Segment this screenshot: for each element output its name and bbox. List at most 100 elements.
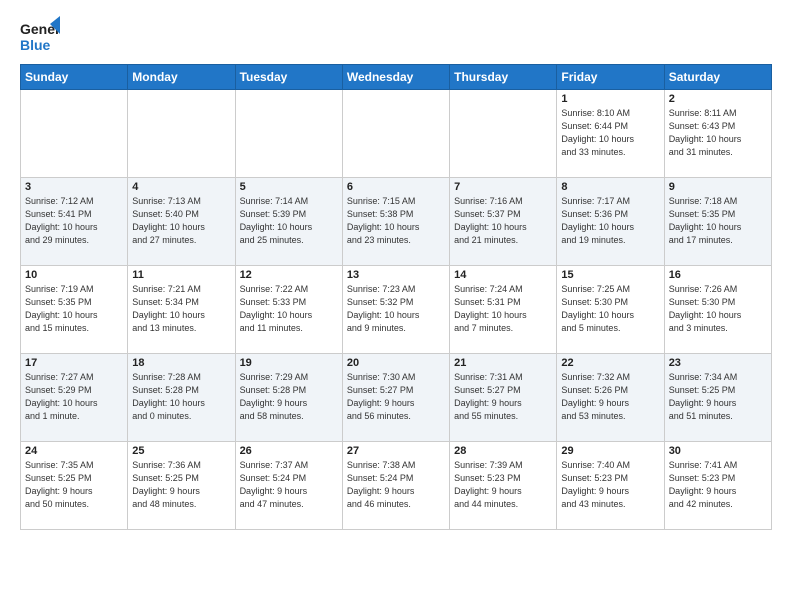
header: General Blue — [20, 16, 772, 56]
day-info: Sunrise: 7:23 AM Sunset: 5:32 PM Dayligh… — [347, 283, 445, 335]
calendar-cell: 25 Sunrise: 7:36 AM Sunset: 5:25 PM Dayli… — [128, 442, 235, 530]
day-number: 8 — [561, 181, 659, 193]
day-info: Sunrise: 7:14 AM Sunset: 5:39 PM Dayligh… — [240, 195, 338, 247]
day-info: Sunrise: 7:32 AM Sunset: 5:26 PM Dayligh… — [561, 371, 659, 423]
weekday-header-saturday: Saturday — [664, 65, 771, 90]
calendar-cell: 11 Sunrise: 7:21 AM Sunset: 5:34 PM Dayli… — [128, 266, 235, 354]
day-number: 12 — [240, 269, 338, 281]
day-info: Sunrise: 7:31 AM Sunset: 5:27 PM Dayligh… — [454, 371, 552, 423]
day-number: 5 — [240, 181, 338, 193]
day-number: 3 — [25, 181, 123, 193]
logo: General Blue — [20, 16, 60, 56]
page: General Blue SundayMondayTuesdayWednesda… — [0, 0, 792, 540]
calendar-cell: 1 Sunrise: 8:10 AM Sunset: 6:44 PM Daylig… — [557, 90, 664, 178]
calendar-cell: 22 Sunrise: 7:32 AM Sunset: 5:26 PM Dayli… — [557, 354, 664, 442]
calendar-cell: 6Sunrise: 7:15 AM Sunset: 5:38 PM Daylig… — [342, 178, 449, 266]
calendar-cell: 17 Sunrise: 7:27 AM Sunset: 5:29 PM Dayli… — [21, 354, 128, 442]
calendar-cell: 15Sunrise: 7:25 AM Sunset: 5:30 PM Dayli… — [557, 266, 664, 354]
calendar-cell: 16 Sunrise: 7:26 AM Sunset: 5:30 PM Dayli… — [664, 266, 771, 354]
day-info: Sunrise: 7:18 AM Sunset: 5:35 PM Dayligh… — [669, 195, 767, 247]
day-number: 22 — [561, 357, 659, 369]
calendar-cell: 9 Sunrise: 7:18 AM Sunset: 5:35 PM Daylig… — [664, 178, 771, 266]
day-number: 7 — [454, 181, 552, 193]
day-number: 9 — [669, 181, 767, 193]
weekday-header-tuesday: Tuesday — [235, 65, 342, 90]
calendar-table: SundayMondayTuesdayWednesdayThursdayFrid… — [20, 64, 772, 530]
calendar-cell: 2 Sunrise: 8:11 AM Sunset: 6:43 PM Daylig… — [664, 90, 771, 178]
calendar-cell — [450, 90, 557, 178]
calendar-cell: 26Sunrise: 7:37 AM Sunset: 5:24 PM Dayli… — [235, 442, 342, 530]
day-info: Sunrise: 7:13 AM Sunset: 5:40 PM Dayligh… — [132, 195, 230, 247]
calendar-cell — [342, 90, 449, 178]
calendar-cell — [128, 90, 235, 178]
day-number: 28 — [454, 445, 552, 457]
day-number: 21 — [454, 357, 552, 369]
calendar-cell: 19Sunrise: 7:29 AM Sunset: 5:28 PM Dayli… — [235, 354, 342, 442]
day-info: Sunrise: 7:30 AM Sunset: 5:27 PM Dayligh… — [347, 371, 445, 423]
calendar-cell — [235, 90, 342, 178]
calendar-cell — [21, 90, 128, 178]
day-number: 26 — [240, 445, 338, 457]
calendar-cell: 28Sunrise: 7:39 AM Sunset: 5:23 PM Dayli… — [450, 442, 557, 530]
weekday-header-thursday: Thursday — [450, 65, 557, 90]
weekday-header-friday: Friday — [557, 65, 664, 90]
calendar-cell: 14 Sunrise: 7:24 AM Sunset: 5:31 PM Dayli… — [450, 266, 557, 354]
day-number: 30 — [669, 445, 767, 457]
calendar-cell: 21 Sunrise: 7:31 AM Sunset: 5:27 PM Dayli… — [450, 354, 557, 442]
day-info: Sunrise: 7:40 AM Sunset: 5:23 PM Dayligh… — [561, 459, 659, 511]
day-number: 2 — [669, 93, 767, 105]
day-number: 16 — [669, 269, 767, 281]
week-row-5: 24 Sunrise: 7:35 AM Sunset: 5:25 PM Dayli… — [21, 442, 772, 530]
week-row-1: 1 Sunrise: 8:10 AM Sunset: 6:44 PM Daylig… — [21, 90, 772, 178]
day-info: Sunrise: 7:41 AM Sunset: 5:23 PM Dayligh… — [669, 459, 767, 511]
day-number: 20 — [347, 357, 445, 369]
day-info: Sunrise: 7:36 AM Sunset: 5:25 PM Dayligh… — [132, 459, 230, 511]
calendar-cell: 7 Sunrise: 7:16 AM Sunset: 5:37 PM Daylig… — [450, 178, 557, 266]
weekday-header-sunday: Sunday — [21, 65, 128, 90]
day-info: Sunrise: 7:15 AM Sunset: 5:38 PM Dayligh… — [347, 195, 445, 247]
day-number: 14 — [454, 269, 552, 281]
calendar-cell: 8 Sunrise: 7:17 AM Sunset: 5:36 PM Daylig… — [557, 178, 664, 266]
day-number: 19 — [240, 357, 338, 369]
calendar-cell: 18Sunrise: 7:28 AM Sunset: 5:28 PM Dayli… — [128, 354, 235, 442]
day-info: Sunrise: 7:22 AM Sunset: 5:33 PM Dayligh… — [240, 283, 338, 335]
day-info: Sunrise: 7:19 AM Sunset: 5:35 PM Dayligh… — [25, 283, 123, 335]
calendar-cell: 20 Sunrise: 7:30 AM Sunset: 5:27 PM Dayli… — [342, 354, 449, 442]
day-info: Sunrise: 7:35 AM Sunset: 5:25 PM Dayligh… — [25, 459, 123, 511]
day-info: Sunrise: 7:16 AM Sunset: 5:37 PM Dayligh… — [454, 195, 552, 247]
day-number: 24 — [25, 445, 123, 457]
day-info: Sunrise: 8:11 AM Sunset: 6:43 PM Dayligh… — [669, 107, 767, 159]
calendar-cell: 29 Sunrise: 7:40 AM Sunset: 5:23 PM Dayli… — [557, 442, 664, 530]
day-info: Sunrise: 7:17 AM Sunset: 5:36 PM Dayligh… — [561, 195, 659, 247]
day-info: Sunrise: 7:25 AM Sunset: 5:30 PM Dayligh… — [561, 283, 659, 335]
day-info: Sunrise: 7:24 AM Sunset: 5:31 PM Dayligh… — [454, 283, 552, 335]
calendar-cell: 3Sunrise: 7:12 AM Sunset: 5:41 PM Daylig… — [21, 178, 128, 266]
day-info: Sunrise: 7:21 AM Sunset: 5:34 PM Dayligh… — [132, 283, 230, 335]
weekday-header-monday: Monday — [128, 65, 235, 90]
day-info: Sunrise: 8:10 AM Sunset: 6:44 PM Dayligh… — [561, 107, 659, 159]
calendar-cell: 27Sunrise: 7:38 AM Sunset: 5:24 PM Dayli… — [342, 442, 449, 530]
weekday-header-row: SundayMondayTuesdayWednesdayThursdayFrid… — [21, 65, 772, 90]
day-number: 25 — [132, 445, 230, 457]
week-row-2: 3Sunrise: 7:12 AM Sunset: 5:41 PM Daylig… — [21, 178, 772, 266]
day-number: 27 — [347, 445, 445, 457]
weekday-header-wednesday: Wednesday — [342, 65, 449, 90]
calendar-cell: 13 Sunrise: 7:23 AM Sunset: 5:32 PM Dayli… — [342, 266, 449, 354]
day-number: 17 — [25, 357, 123, 369]
calendar-cell: 12 Sunrise: 7:22 AM Sunset: 5:33 PM Dayli… — [235, 266, 342, 354]
day-number: 13 — [347, 269, 445, 281]
day-info: Sunrise: 7:26 AM Sunset: 5:30 PM Dayligh… — [669, 283, 767, 335]
calendar-cell: 5 Sunrise: 7:14 AM Sunset: 5:39 PM Daylig… — [235, 178, 342, 266]
svg-text:Blue: Blue — [20, 37, 51, 53]
day-number: 4 — [132, 181, 230, 193]
day-number: 11 — [132, 269, 230, 281]
day-number: 10 — [25, 269, 123, 281]
logo-icon: General Blue — [20, 16, 60, 56]
calendar-cell: 10 Sunrise: 7:19 AM Sunset: 5:35 PM Dayli… — [21, 266, 128, 354]
day-info: Sunrise: 7:28 AM Sunset: 5:28 PM Dayligh… — [132, 371, 230, 423]
week-row-3: 10 Sunrise: 7:19 AM Sunset: 5:35 PM Dayli… — [21, 266, 772, 354]
day-number: 1 — [561, 93, 659, 105]
day-info: Sunrise: 7:34 AM Sunset: 5:25 PM Dayligh… — [669, 371, 767, 423]
day-number: 29 — [561, 445, 659, 457]
day-info: Sunrise: 7:27 AM Sunset: 5:29 PM Dayligh… — [25, 371, 123, 423]
